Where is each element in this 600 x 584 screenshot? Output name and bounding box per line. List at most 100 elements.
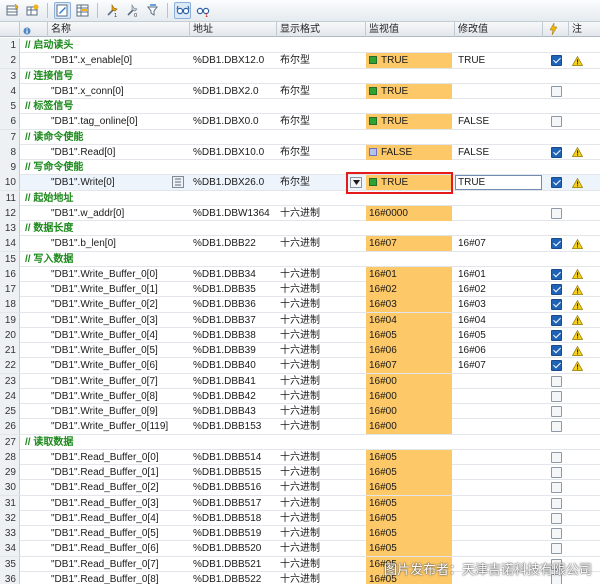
tag-address[interactable]: %DB1.DBB516	[190, 480, 276, 495]
display-format[interactable]: 十六进制	[277, 419, 363, 434]
modify-value[interactable]	[455, 496, 541, 511]
modify-value[interactable]: 16#02	[455, 282, 541, 297]
modify-checkbox[interactable]	[548, 313, 564, 328]
modify-value[interactable]: 16#06	[455, 343, 541, 358]
modify-value[interactable]	[455, 404, 541, 419]
table-row[interactable]: 28 "DB1".Read_Buffer_0[0] %DB1.DBB514 十六进制 1…	[0, 449, 600, 465]
tag-name[interactable]: "DB1".x_enable[0]	[48, 53, 188, 68]
modify-checkbox[interactable]	[548, 145, 564, 160]
comment-row[interactable]: 9// 写命令使能	[0, 160, 600, 176]
tag-name[interactable]: "DB1".Write_Buffer_0[2]	[48, 297, 188, 312]
modify-checkbox[interactable]	[548, 206, 564, 221]
tag-name[interactable]: "DB1".Read_Buffer_0[8]	[48, 572, 188, 584]
tag-address[interactable]: %DB1.DBB38	[190, 328, 276, 343]
display-format[interactable]: 十六进制	[277, 313, 363, 328]
tag-name[interactable]: "DB1".Read_Buffer_0[6]	[48, 541, 188, 556]
table-row[interactable]: 33 "DB1".Read_Buffer_0[5] %DB1.DBB519 十六进制 1…	[0, 526, 600, 542]
modify-value[interactable]: TRUE	[455, 175, 541, 190]
tag-name[interactable]: "DB1".x_conn[0]	[48, 84, 188, 99]
modify-checkbox[interactable]	[548, 328, 564, 343]
modify-value[interactable]	[455, 480, 541, 495]
modify-checkbox[interactable]	[548, 419, 564, 434]
modify-value[interactable]: 16#05	[455, 328, 541, 343]
display-format[interactable]: 十六进制	[277, 297, 363, 312]
modify-value[interactable]	[455, 526, 541, 541]
force-icon[interactable]: 1	[104, 2, 121, 19]
modify-value[interactable]	[455, 374, 541, 389]
table-row[interactable]: 23 "DB1".Write_Buffer_0[7] %DB1.DBB41 十六进制 1…	[0, 373, 600, 389]
modify-value[interactable]	[455, 84, 541, 99]
tag-name[interactable]: "DB1".Write_Buffer_0[8]	[48, 389, 188, 404]
table-row[interactable]: 6 "DB1".tag_online[0] %DB1.DBX0.0 布尔型 TRUE FA…	[0, 114, 600, 130]
tag-address[interactable]: %DB1.DBW1364	[190, 206, 276, 221]
tag-name[interactable]: "DB1".Read_Buffer_0[4]	[48, 511, 188, 526]
modify-checkbox[interactable]	[548, 175, 564, 190]
tag-address[interactable]: %DB1.DBB520	[190, 541, 276, 556]
tag-address[interactable]: %DB1.DBB42	[190, 389, 276, 404]
comment-text[interactable]: // 标签信号	[22, 99, 322, 114]
modify-checkbox[interactable]	[548, 480, 564, 495]
table-row[interactable]: 32 "DB1".Read_Buffer_0[4] %DB1.DBB518 十六进制 1…	[0, 510, 600, 526]
table-edit-icon[interactable]	[74, 2, 91, 19]
display-format[interactable]: 十六进制	[277, 480, 363, 495]
comment-row[interactable]: 11// 起始地址	[0, 190, 600, 206]
modify-value[interactable]	[455, 206, 541, 221]
display-format[interactable]: 十六进制	[277, 557, 363, 572]
display-format[interactable]: 十六进制	[277, 206, 363, 221]
table-row[interactable]: 19 "DB1".Write_Buffer_0[3] %DB1.DBB37 十六进制 1…	[0, 312, 600, 328]
table-row[interactable]: 20 "DB1".Write_Buffer_0[4] %DB1.DBB38 十六进制 1…	[0, 327, 600, 343]
modify-value[interactable]: TRUE	[455, 53, 541, 68]
modify-value[interactable]: 16#04	[455, 313, 541, 328]
display-format[interactable]: 十六进制	[277, 282, 363, 297]
tag-name[interactable]: "DB1".Write_Buffer_0[119]	[48, 419, 188, 434]
tag-address[interactable]: %DB1.DBB521	[190, 557, 276, 572]
modify-checkbox[interactable]	[548, 389, 564, 404]
header-name[interactable]: 名称	[48, 22, 190, 37]
tag-address[interactable]: %DB1.DBB515	[190, 465, 276, 480]
tag-address[interactable]: %DB1.DBX10.0	[190, 145, 276, 160]
comment-text[interactable]: // 写入数据	[22, 252, 322, 267]
tag-name[interactable]: "DB1".Write_Buffer_0[0]	[48, 267, 188, 282]
table-row[interactable]: 29 "DB1".Read_Buffer_0[1] %DB1.DBB515 十六进制 1…	[0, 465, 600, 481]
modify-value[interactable]: 16#01	[455, 267, 541, 282]
table-row[interactable]: 4 "DB1".x_conn[0] %DB1.DBX2.0 布尔型 TRUE	[0, 83, 600, 99]
tag-address[interactable]: %DB1.DBB37	[190, 313, 276, 328]
display-format[interactable]: 十六进制	[277, 404, 363, 419]
comment-row[interactable]: 1// 启动读头	[0, 38, 600, 54]
display-format[interactable]: 十六进制	[277, 374, 363, 389]
modify-value[interactable]: 16#03	[455, 297, 541, 312]
tag-name[interactable]: "DB1".w_addr[0]	[48, 206, 188, 221]
tag-name[interactable]: "DB1".Read_Buffer_0[1]	[48, 465, 188, 480]
display-format[interactable]: 十六进制	[277, 526, 363, 541]
table-row[interactable]: 24 "DB1".Write_Buffer_0[8] %DB1.DBB42 十六进制 1…	[0, 388, 600, 404]
tag-address[interactable]: %DB1.DBB39	[190, 343, 276, 358]
tag-name[interactable]: "DB1".Read[0]	[48, 145, 188, 160]
tag-name[interactable]: "DB1".Write_Buffer_0[1]	[48, 282, 188, 297]
tag-name[interactable]: "DB1".Write[0]	[48, 175, 188, 190]
modify-checkbox[interactable]	[548, 450, 564, 465]
table-row[interactable]: 12 "DB1".w_addr[0] %DB1.DBW1364 十六进制 16#0000	[0, 205, 600, 221]
display-format[interactable]: 十六进制	[277, 572, 363, 584]
modify-checkbox[interactable]	[548, 84, 564, 99]
table-row[interactable]: 25 "DB1".Write_Buffer_0[9] %DB1.DBB43 十六进制 1…	[0, 404, 600, 420]
tag-address[interactable]: %DB1.DBX12.0	[190, 53, 276, 68]
tag-address[interactable]: %DB1.DBB518	[190, 511, 276, 526]
modify-value[interactable]: FALSE	[455, 145, 541, 160]
tag-name[interactable]: "DB1".Write_Buffer_0[4]	[48, 328, 188, 343]
modify-checkbox[interactable]	[548, 404, 564, 419]
tag-name[interactable]: "DB1".b_len[0]	[48, 236, 188, 251]
glasses-icon[interactable]	[174, 2, 191, 19]
display-format[interactable]: 十六进制	[277, 541, 363, 556]
table-row[interactable]: 10 "DB1".Write[0] %DB1.DBX26.0 布尔型 TRUE TRUE	[0, 175, 600, 191]
modify-value[interactable]: 16#07	[455, 358, 541, 373]
insert-row-icon[interactable]	[4, 2, 21, 19]
comment-text[interactable]: // 数据长度	[22, 221, 322, 236]
comment-row[interactable]: 3// 连接信号	[0, 68, 600, 84]
display-format[interactable]: 十六进制	[277, 236, 363, 251]
modify-checkbox[interactable]	[548, 511, 564, 526]
glasses-once-icon[interactable]: 1	[194, 2, 211, 19]
modify-value[interactable]	[455, 465, 541, 480]
tag-address[interactable]: %DB1.DBB40	[190, 358, 276, 373]
display-format[interactable]: 布尔型	[277, 53, 363, 68]
tag-name[interactable]: "DB1".tag_online[0]	[48, 114, 188, 129]
